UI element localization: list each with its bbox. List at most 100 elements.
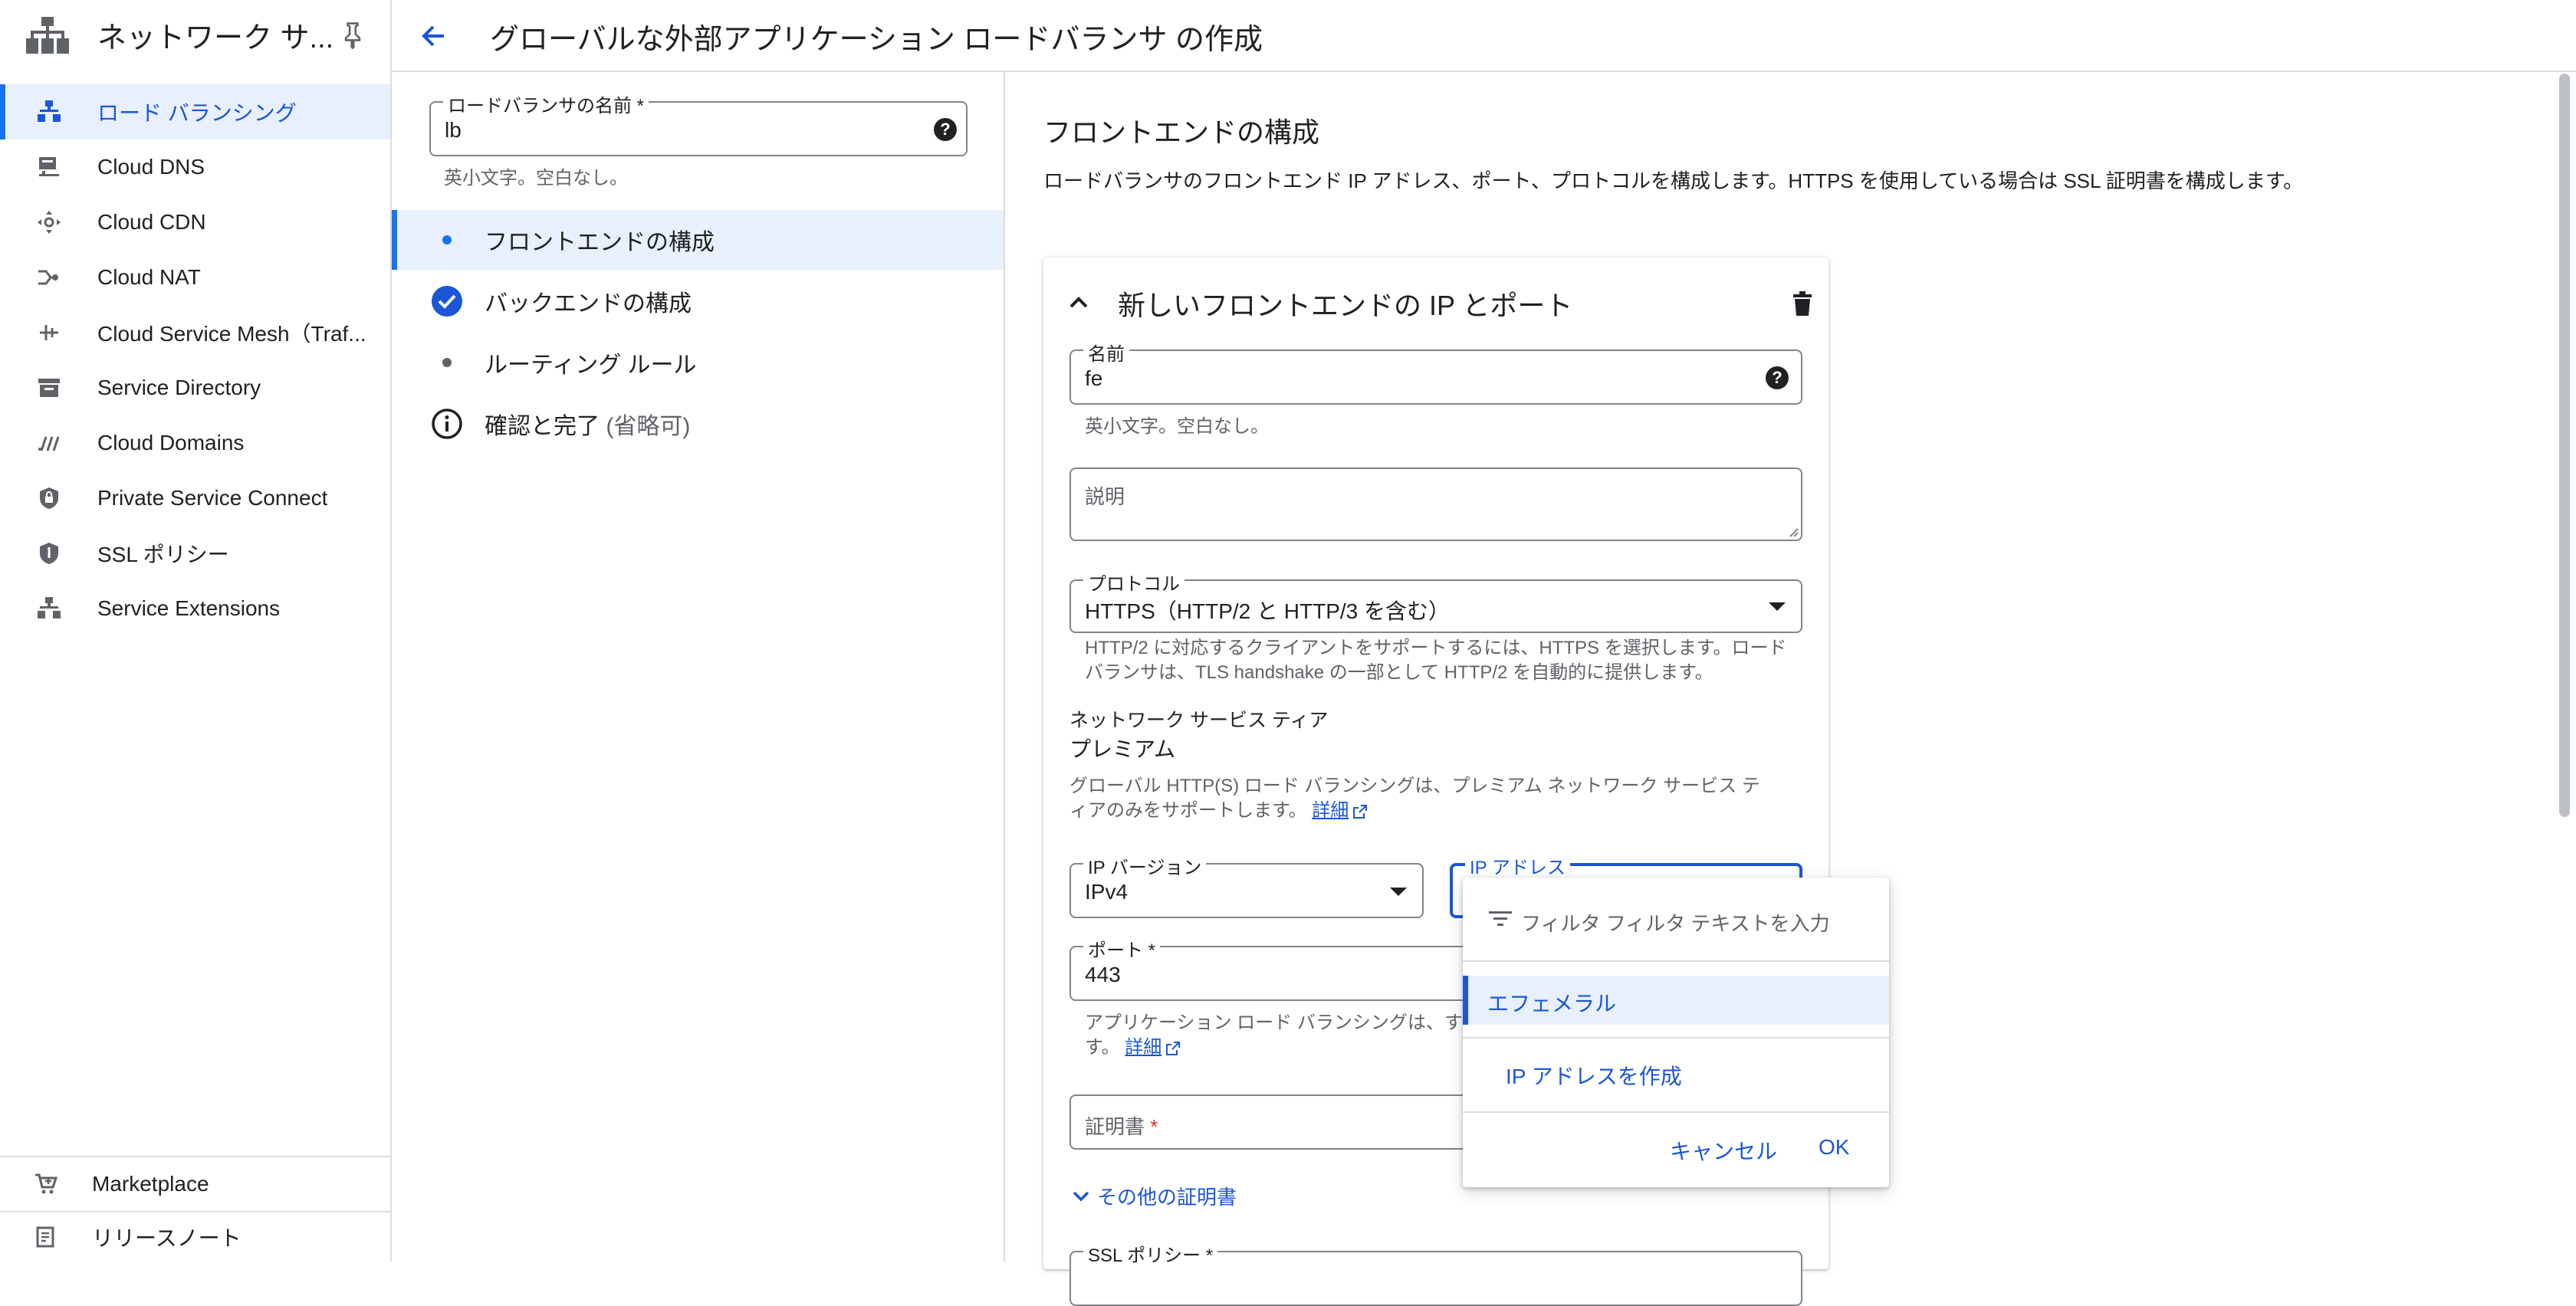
ssl-policy-select[interactable]: SSL ポリシー * [1070,1240,1802,1306]
other-certificates-toggle[interactable]: その他の証明書 [1070,1182,1237,1210]
description-textarea[interactable]: 説明 [1070,468,1802,541]
service-mesh-icon [34,317,64,348]
step-backend[interactable]: バックエンドの構成 [392,271,1004,331]
ssl-policy-icon [34,538,64,569]
dropdown-arrow-icon [1390,888,1407,896]
product-title: ネットワーク サ... [97,22,334,54]
check-circle-icon [430,284,464,318]
ssl-policy-label: SSL ポリシー * [1083,1240,1218,1267]
tier-hint: グローバル HTTP(S) ロード バランシングは、プレミアム ネットワーク サ… [1070,776,1760,821]
tier-label: ネットワーク サービス ティア [1070,710,1329,731]
delete-icon[interactable] [1792,291,1813,316]
section-description: ロードバランサのフロントエンド IP アドレス、ポート、プロトコルを構成します。… [1043,169,2304,192]
help-icon[interactable]: ? [934,118,957,141]
nat-icon [34,262,64,293]
sidebar-item-cloud-nat[interactable]: Cloud NAT [0,250,390,305]
filter-row: フィルタ フィルタ テキストを入力 [1463,878,1889,962]
filter-input[interactable]: フィルタ フィルタ テキストを入力 [1521,908,1874,937]
lb-name-label: ロードバランサの名前 * [443,90,649,117]
protocol-select[interactable]: プロトコル HTTPS（HTTP/2 と HTTP/3 を含む） [1070,569,1802,633]
service-directory-icon [34,372,64,403]
sidebar-item-service-extensions[interactable]: Service Extensions [0,581,390,636]
sidebar-item-cloud-cdn[interactable]: Cloud CDN [0,195,390,250]
info-icon [430,407,464,441]
tier-value: プレミアム [1070,737,1176,761]
help-icon[interactable]: ? [1766,366,1789,389]
ip-address-label: IP アドレス [1465,852,1570,879]
ok-button[interactable]: OK [1819,1135,1849,1160]
sidebar-item-label: Cloud DNS [97,155,205,179]
name-label: 名前 [1083,339,1129,366]
current-step-dot-icon [430,223,464,257]
sidebar-item-label: Marketplace [92,1172,209,1196]
optional-tag: (省略可) [606,414,691,439]
divider [1463,1037,1889,1039]
sidebar-item-private-service-connect[interactable]: Private Service Connect [0,471,390,526]
sidebar-item-label: Private Service Connect [97,486,328,510]
chevron-up-icon[interactable] [1065,288,1092,316]
sidebar-item-label: Cloud Domains [97,431,245,454]
other-certificates-label: その他の証明書 [1097,1186,1237,1209]
step-label: ルーティング ルール [485,353,697,378]
certificate-placeholder: 証明書 * [1085,1115,1158,1138]
external-link-icon [1353,804,1368,819]
ip-address-dropdown: フィルタ フィルタ テキストを入力 エフェメラル IP アドレスを作成 キャンセ… [1463,878,1889,1187]
step-frontend[interactable]: フロントエンドの構成 [392,210,1004,270]
step-routing-rules[interactable]: ルーティング ルール [392,333,1004,392]
network-services-logo-icon [26,17,69,54]
lb-name-value: lb [445,118,462,142]
back-arrow-icon[interactable] [415,17,453,55]
sidebar-item-release-notes[interactable]: リリースノート [0,1212,390,1262]
cancel-button[interactable]: キャンセル [1670,1135,1777,1166]
protocol-value: HTTPS（HTTP/2 と HTTP/3 を含む） [1085,599,1451,623]
description-placeholder: 説明 [1085,485,1125,508]
port-value: 443 [1085,963,1121,986]
sidebar-item-marketplace[interactable]: Marketplace [0,1157,390,1211]
name-hint: 英小文字。空白なし。 [1085,416,1269,437]
sidebar-item-label: Cloud NAT [97,265,201,289]
sidebar-item-cloud-dns[interactable]: Cloud DNS [0,139,390,195]
dropdown-arrow-icon [1769,602,1786,611]
lb-name-input[interactable]: ロードバランサの名前 * lb ? [429,90,968,156]
sidebar-item-service-mesh[interactable]: Cloud Service Mesh（Traf... [0,305,390,360]
details-link[interactable]: 詳細 [1125,1037,1162,1058]
step-label: フロントエンドの構成 [485,230,715,255]
marketplace-icon [31,1169,61,1199]
name-value: fe [1085,366,1103,390]
sidebar-item-label: Cloud Service Mesh（Traf... [97,322,366,346]
cdn-icon [34,207,64,238]
left-navigation: ネットワーク サ... ロード バランシング Cloud DNS Cloud C… [0,0,392,1262]
release-notes-icon [31,1222,61,1252]
service-extensions-icon [34,593,64,624]
protocol-label: プロトコル [1083,569,1184,596]
nav-header: ネットワーク サ... [0,0,392,69]
pin-icon[interactable] [340,21,365,49]
filter-icon [1489,911,1512,926]
port-hint: アプリケーション ロード バランシングは、す [1085,1012,1463,1033]
sidebar-item-label: SSL ポリシー [97,543,229,566]
create-ip-address-button[interactable]: IP アドレスを作成 [1506,1060,1682,1091]
port-label: ポート * [1083,935,1161,962]
details-link[interactable]: 詳細 [1312,800,1349,821]
load-balancing-icon [34,97,64,127]
ip-version-select[interactable]: IP バージョン IPv4 [1070,852,1424,918]
option-ephemeral[interactable]: エフェメラル [1463,976,1889,1025]
scrollbar[interactable] [2559,74,2570,817]
external-link-icon [1166,1041,1181,1055]
frontend-name-input[interactable]: 名前 fe ? [1070,339,1802,405]
sidebar-item-load-balancing[interactable]: ロード バランシング [0,84,390,139]
sidebar-item-ssl-policy[interactable]: SSL ポリシー [0,526,390,581]
step-review[interactable]: 確認と完了 (省略可) [392,394,1004,454]
sidebar-item-service-directory[interactable]: Service Directory [0,360,390,415]
chevron-down-icon [1073,1191,1089,1201]
sidebar-item-cloud-domains[interactable]: Cloud Domains [0,415,390,471]
resize-handle-icon[interactable] [1787,526,1799,538]
option-label: エフェメラル [1487,992,1617,1016]
sidebar-item-label: Cloud CDN [97,210,206,234]
sidebar-item-label: リリースノート [92,1226,242,1250]
steps-panel: ロードバランサの名前 * lb ? 英小文字。空白なし。 フロントエンドの構成 … [392,72,1005,1262]
step-label: バックエンドの構成 [485,291,692,317]
port-hint-tail: す。 詳細 [1085,1032,1181,1058]
lb-name-hint: 英小文字。空白なし。 [444,168,628,189]
sidebar-item-label: Service Extensions [97,596,281,620]
